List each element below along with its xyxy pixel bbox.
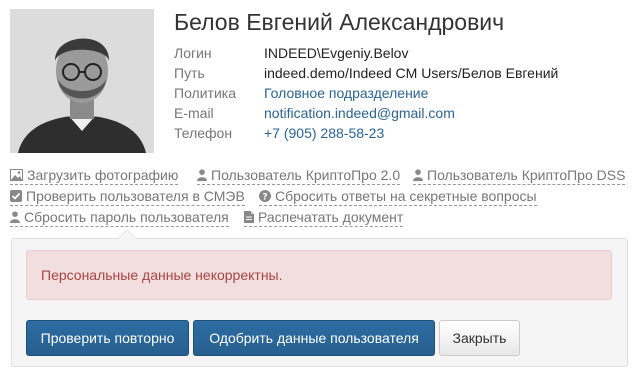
reset-password-label: Сбросить пароль пользователя <box>24 209 229 225</box>
email-label: E-mail <box>174 105 214 121</box>
user-icon <box>197 169 207 181</box>
path-value: indeed.demo/Indeed CM Users/Белов Евгени… <box>264 65 559 81</box>
phone-link[interactable]: +7 (905) 288-58-23 <box>264 125 384 141</box>
print-document-action[interactable]: Распечатать документ <box>244 208 404 227</box>
print-document-label: Распечатать документ <box>258 209 404 225</box>
check-smev-action[interactable]: Проверить пользователя в СМЭВ <box>10 187 245 206</box>
document-icon <box>244 211 254 223</box>
reset-password-action[interactable]: Сбросить пароль пользователя <box>10 208 229 227</box>
login-value: INDEED\Evgeniy.Belov <box>264 45 409 61</box>
user-icon <box>10 211 20 223</box>
info-row-phone: Телефон +7 (905) 288-58-23 <box>174 124 384 142</box>
retry-check-button[interactable]: Проверить повторно <box>26 320 189 356</box>
login-label: Логин <box>174 45 212 61</box>
check-square-icon <box>10 190 22 202</box>
info-row-login: Логин INDEED\Evgeniy.Belov <box>174 44 408 62</box>
upload-photo-label: Загрузить фотографию <box>27 167 179 183</box>
upload-photo-action[interactable]: Загрузить фотографию <box>10 166 179 185</box>
panel-caret-fill <box>118 230 136 239</box>
path-label: Путь <box>174 65 205 81</box>
info-row-path: Путь indeed.demo/Indeed CM Users/Белов Ев… <box>174 64 558 82</box>
image-icon <box>10 169 23 181</box>
reset-secret-answers-label: Сбросить ответы на секретные вопросы <box>275 188 537 204</box>
svg-text:?: ? <box>262 193 267 203</box>
cryptopro-user-action[interactable]: Пользователь КриптоПро 2.0 <box>197 166 401 185</box>
policy-link[interactable]: Головное подразделение <box>264 85 428 101</box>
question-circle-icon: ? <box>259 190 271 202</box>
reset-secret-answers-action[interactable]: ? Сбросить ответы на секретные вопросы <box>259 187 537 206</box>
error-alert: Персональные данные некорректны. <box>26 250 612 300</box>
phone-label: Телефон <box>174 125 233 141</box>
close-button[interactable]: Закрыть <box>439 320 520 356</box>
cryptopro-dss-user-action[interactable]: Пользователь КриптоПро DSS <box>413 166 626 185</box>
policy-label: Политика <box>174 85 236 101</box>
check-smev-label: Проверить пользователя в СМЭВ <box>26 188 245 204</box>
approve-user-data-button[interactable]: Одобрить данные пользователя <box>193 320 435 356</box>
email-link[interactable]: notification.indeed@gmail.com <box>264 105 455 121</box>
user-full-name: Белов Евгений Александрович <box>174 9 505 35</box>
info-row-email: E-mail notification.indeed@gmail.com <box>174 104 455 122</box>
cryptopro-user-label: Пользователь КриптоПро 2.0 <box>211 167 401 183</box>
info-row-policy: Политика Головное подразделение <box>174 84 428 102</box>
user-icon <box>413 169 423 181</box>
user-photo <box>10 9 154 153</box>
cryptopro-dss-user-label: Пользователь КриптоПро DSS <box>427 167 626 183</box>
